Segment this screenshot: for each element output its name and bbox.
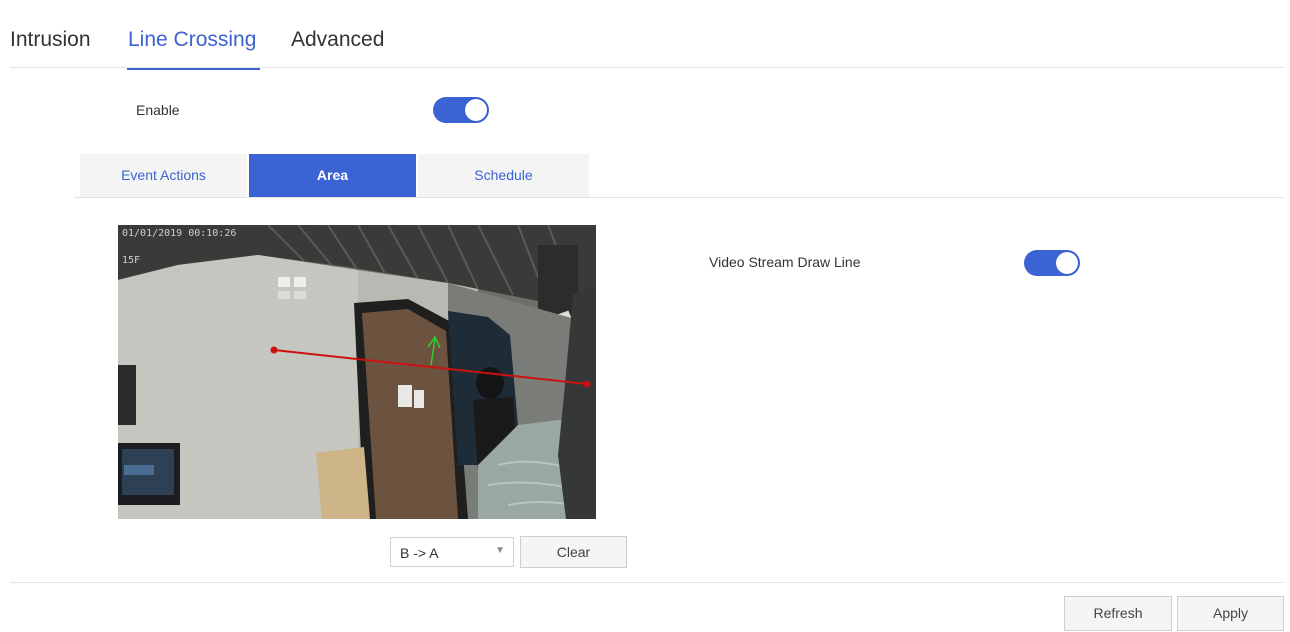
enable-toggle[interactable]	[433, 97, 489, 123]
video-timestamp: 01/01/2019 00:10:26	[122, 228, 237, 239]
subtab-event-actions[interactable]: Event Actions	[80, 154, 247, 197]
video-fps-osd: 15F	[122, 255, 141, 266]
subtab-area[interactable]: Area	[249, 154, 416, 197]
apply-button[interactable]: Apply	[1177, 596, 1284, 631]
enable-label: Enable	[136, 102, 180, 118]
refresh-button[interactable]: Refresh	[1064, 596, 1172, 631]
direction-select-value: B -> A	[400, 545, 439, 561]
chevron-down-icon: ▼	[495, 545, 505, 556]
active-tab-underline	[127, 68, 260, 70]
direction-select[interactable]: B -> A ▼	[390, 537, 514, 567]
subtab-schedule[interactable]: Schedule	[418, 154, 589, 197]
draw-line-toggle[interactable]	[1024, 250, 1080, 276]
toggle-knob	[1056, 252, 1078, 274]
footer-divider	[10, 582, 1284, 583]
tab-intrusion[interactable]: Intrusion	[10, 28, 91, 52]
draw-line-label: Video Stream Draw Line	[709, 254, 861, 270]
video-preview[interactable]: 01/01/2019 00:10:26 15F	[118, 225, 596, 519]
toggle-knob	[465, 99, 487, 121]
subtabs-divider	[74, 197, 1284, 198]
tab-advanced[interactable]: Advanced	[291, 28, 384, 52]
tab-line-crossing[interactable]: Line Crossing	[128, 28, 256, 52]
clear-button[interactable]: Clear	[520, 536, 627, 568]
camera-scene	[118, 225, 596, 519]
